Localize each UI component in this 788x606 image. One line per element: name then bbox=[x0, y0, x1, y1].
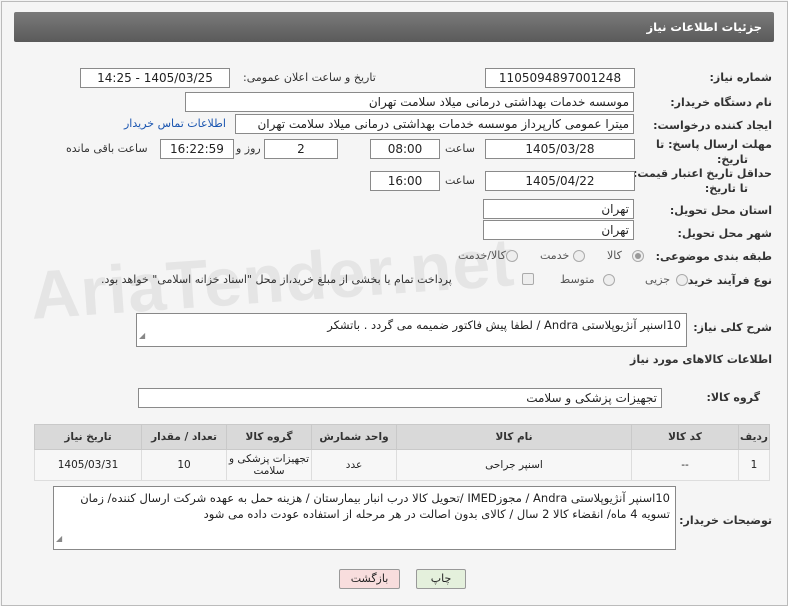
payment-checkbox[interactable] bbox=[522, 273, 534, 285]
cell-group: تجهیزات پزشکی و سلامت bbox=[226, 449, 312, 481]
category-service-label: خدمت bbox=[540, 249, 570, 262]
cell-row: 1 bbox=[738, 449, 770, 481]
cell-name: اسنپر جراحی bbox=[396, 449, 632, 481]
table-header-row: ردیف کد کالا نام کالا واحد شمارش گروه کا… bbox=[34, 424, 770, 450]
process-radio-minor[interactable] bbox=[676, 274, 688, 286]
page-header: جزئیات اطلاعات نیاز bbox=[14, 12, 774, 42]
deadline-label-date: تاریخ: bbox=[716, 153, 748, 166]
col-name: نام کالا bbox=[396, 424, 632, 450]
need-number-label: شماره نیاز: bbox=[709, 71, 772, 84]
buyer-notes-label: توضیحات خریدار: bbox=[679, 514, 772, 527]
announce-value: 1405/03/25 - 14:25 bbox=[80, 68, 230, 88]
process-medium-label: متوسط bbox=[560, 273, 595, 286]
col-date: تاریخ نیاز bbox=[34, 424, 142, 450]
payment-note: پرداخت تمام یا بخشی از مبلغ خرید،از محل … bbox=[101, 273, 452, 286]
contact-buyer-link[interactable]: اطلاعات تماس خریدار bbox=[124, 117, 226, 130]
cell-code: -- bbox=[631, 449, 739, 481]
time-remaining: 16:22:59 bbox=[160, 139, 234, 159]
page-title: جزئیات اطلاعات نیاز bbox=[646, 20, 762, 34]
city-label: شهر محل تحویل: bbox=[677, 227, 772, 240]
col-group: گروه کالا bbox=[226, 424, 312, 450]
province-value: تهران bbox=[483, 199, 634, 219]
cell-unit: عدد bbox=[311, 449, 397, 481]
col-unit: واحد شمارش bbox=[311, 424, 397, 450]
summary-label: شرح کلی نیاز: bbox=[693, 321, 772, 334]
validity-date: 1405/04/22 bbox=[485, 171, 635, 191]
category-goods-label: کالا bbox=[607, 249, 622, 262]
process-label: نوع فرآیند خرید : bbox=[679, 274, 772, 287]
validity-time-label: ساعت bbox=[445, 174, 475, 187]
deadline-time: 08:00 bbox=[370, 139, 440, 159]
buyer-org-label: نام دستگاه خریدار: bbox=[670, 96, 772, 109]
goods-table: ردیف کد کالا نام کالا واحد شمارش گروه کا… bbox=[34, 424, 770, 481]
deadline-label: مهلت ارسال پاسخ: تا bbox=[656, 138, 772, 151]
category-both-label: کالا/خدمت bbox=[458, 249, 506, 262]
cell-qty: 10 bbox=[141, 449, 227, 481]
table-row: 1 -- اسنپر جراحی عدد تجهیزات پزشکی و سلا… bbox=[34, 449, 770, 481]
goods-group-label: گروه کالا: bbox=[706, 391, 760, 404]
category-radio-service[interactable] bbox=[573, 250, 585, 262]
summary-text: 10اسنپر آنژیوپلاستی Andra / لطفا پیش فاک… bbox=[327, 318, 681, 332]
buyer-notes-text: 10اسنپر آنژیوپلاستی Andra / مجوزIMED /تح… bbox=[80, 491, 670, 521]
print-button[interactable]: چاپ bbox=[416, 569, 466, 589]
city-value: تهران bbox=[483, 220, 634, 240]
province-label: استان محل تحویل: bbox=[669, 204, 772, 217]
requester-label: ایجاد کننده درخواست: bbox=[653, 119, 772, 132]
requester-value: میترا عمومی کارپرداز موسسه خدمات بهداشتی… bbox=[235, 114, 634, 134]
deadline-date: 1405/03/28 bbox=[485, 139, 635, 159]
category-label: طبقه بندی موضوعی: bbox=[655, 250, 772, 263]
buyer-notes-textarea[interactable]: 10اسنپر آنژیوپلاستی Andra / مجوزIMED /تح… bbox=[53, 486, 676, 550]
resize-grip-icon[interactable]: ◢ bbox=[139, 328, 145, 344]
col-row: ردیف bbox=[738, 424, 770, 450]
process-radio-medium[interactable] bbox=[603, 274, 615, 286]
category-radio-goods[interactable] bbox=[632, 250, 644, 262]
deadline-time-label: ساعت bbox=[445, 142, 475, 155]
validity-time: 16:00 bbox=[370, 171, 440, 191]
goods-group-value: تجهیزات پزشکی و سلامت bbox=[138, 388, 662, 408]
summary-textarea[interactable]: 10اسنپر آنژیوپلاستی Andra / لطفا پیش فاک… bbox=[136, 313, 687, 347]
days-remaining: 2 bbox=[264, 139, 338, 159]
category-radio-both[interactable] bbox=[506, 250, 518, 262]
need-number-value: 1105094897001248 bbox=[485, 68, 635, 88]
days-label: روز و bbox=[236, 142, 261, 155]
announce-label: تاریخ و ساعت اعلان عمومی: bbox=[243, 71, 376, 84]
cell-date: 1405/03/31 bbox=[34, 449, 142, 481]
validity-label: حداقل تاریخ اعتبار قیمت: bbox=[632, 167, 772, 180]
process-minor-label: جزیی bbox=[645, 273, 671, 286]
buyer-org-value: موسسه خدمات بهداشتی درمانی میلاد سلامت ت… bbox=[185, 92, 634, 112]
goods-info-heading: اطلاعات کالاهای مورد نیاز bbox=[630, 353, 772, 366]
back-button[interactable]: بازگشت bbox=[339, 569, 400, 589]
resize-grip-icon[interactable]: ◢ bbox=[56, 531, 62, 547]
col-qty: تعداد / مقدار bbox=[141, 424, 227, 450]
validity-label-date: تا تاریخ: bbox=[704, 182, 748, 195]
time-remaining-label: ساعت باقی مانده bbox=[66, 142, 148, 155]
col-code: کد کالا bbox=[631, 424, 739, 450]
